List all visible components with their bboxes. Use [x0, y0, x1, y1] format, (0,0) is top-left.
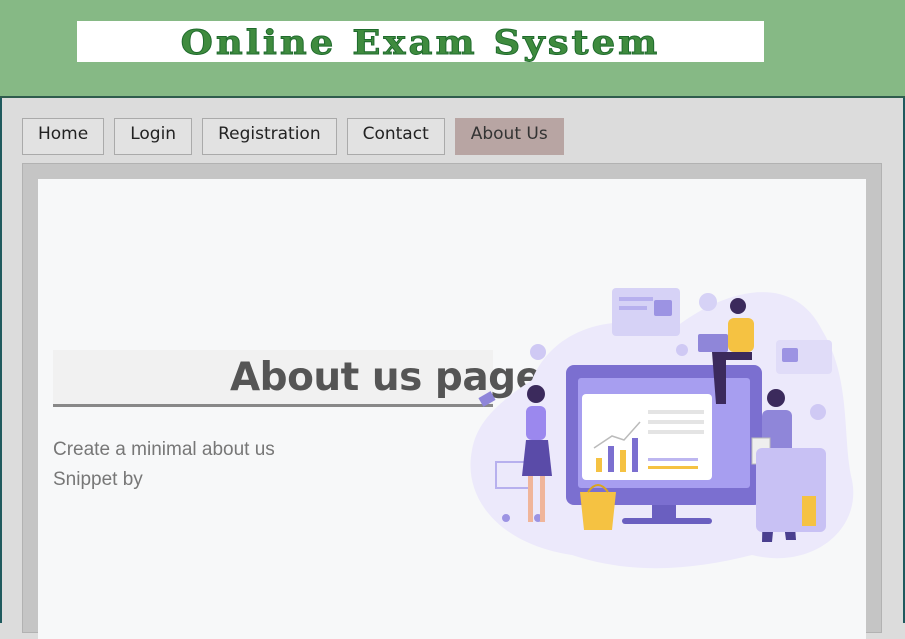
nav-login-label: Login: [130, 124, 177, 144]
bar-1: [596, 458, 602, 472]
site-title: Online Exam System: [180, 21, 661, 62]
about-line-1: Create a minimal about us: [53, 439, 275, 460]
nav-contact[interactable]: Contact: [346, 118, 445, 155]
shopping-bag: [580, 492, 616, 530]
dash-line: [648, 420, 704, 424]
nav-registration-label: Registration: [218, 124, 321, 144]
leg: [540, 476, 545, 522]
leg: [528, 476, 533, 522]
cart-icon-2: [782, 348, 798, 362]
nav-about-us-label: About Us: [470, 124, 548, 144]
megaphone-icon: [478, 391, 496, 407]
cart-wheel: [502, 514, 510, 522]
about-description: Create a minimal about us Snippet by: [53, 435, 275, 495]
calculator-key: [802, 496, 816, 526]
card-line: [619, 297, 653, 301]
nav-login[interactable]: Login: [114, 118, 193, 155]
site-header: Online Exam System: [0, 0, 905, 98]
card-line: [619, 306, 647, 310]
bar-4: [632, 438, 638, 472]
main-nav: Home Login Registration Contact About Us: [22, 118, 564, 155]
dash-line: [648, 430, 704, 434]
nav-registration[interactable]: Registration: [202, 118, 337, 155]
bar-2: [608, 446, 614, 472]
nav-home-label: Home: [38, 124, 89, 144]
laptop: [698, 334, 728, 352]
site-banner: Online Exam System: [77, 21, 764, 62]
cart-icon: [654, 300, 672, 316]
nav-home[interactable]: Home: [22, 118, 105, 155]
nav-about-us[interactable]: About Us: [454, 118, 564, 155]
about-us-illustration: [470, 288, 854, 569]
heart-bubble: [699, 293, 717, 311]
like-bubble: [676, 344, 688, 356]
play-icon: [530, 344, 546, 360]
dash-line: [648, 458, 698, 461]
bar-3: [620, 450, 626, 472]
monitor-base: [622, 518, 712, 524]
monitor-neck: [652, 505, 676, 519]
dash-line: [648, 466, 698, 469]
man-sitting-torso: [728, 318, 754, 352]
woman-head: [527, 385, 545, 403]
about-line-2: Snippet by: [53, 469, 143, 490]
woman-torso: [526, 406, 546, 440]
man-standing-head: [767, 389, 785, 407]
like-bubble-2: [810, 404, 826, 420]
nav-contact-label: Contact: [362, 124, 429, 144]
dash-line: [648, 410, 704, 414]
woman-skirt: [522, 440, 552, 476]
man-sitting-head: [730, 298, 746, 314]
